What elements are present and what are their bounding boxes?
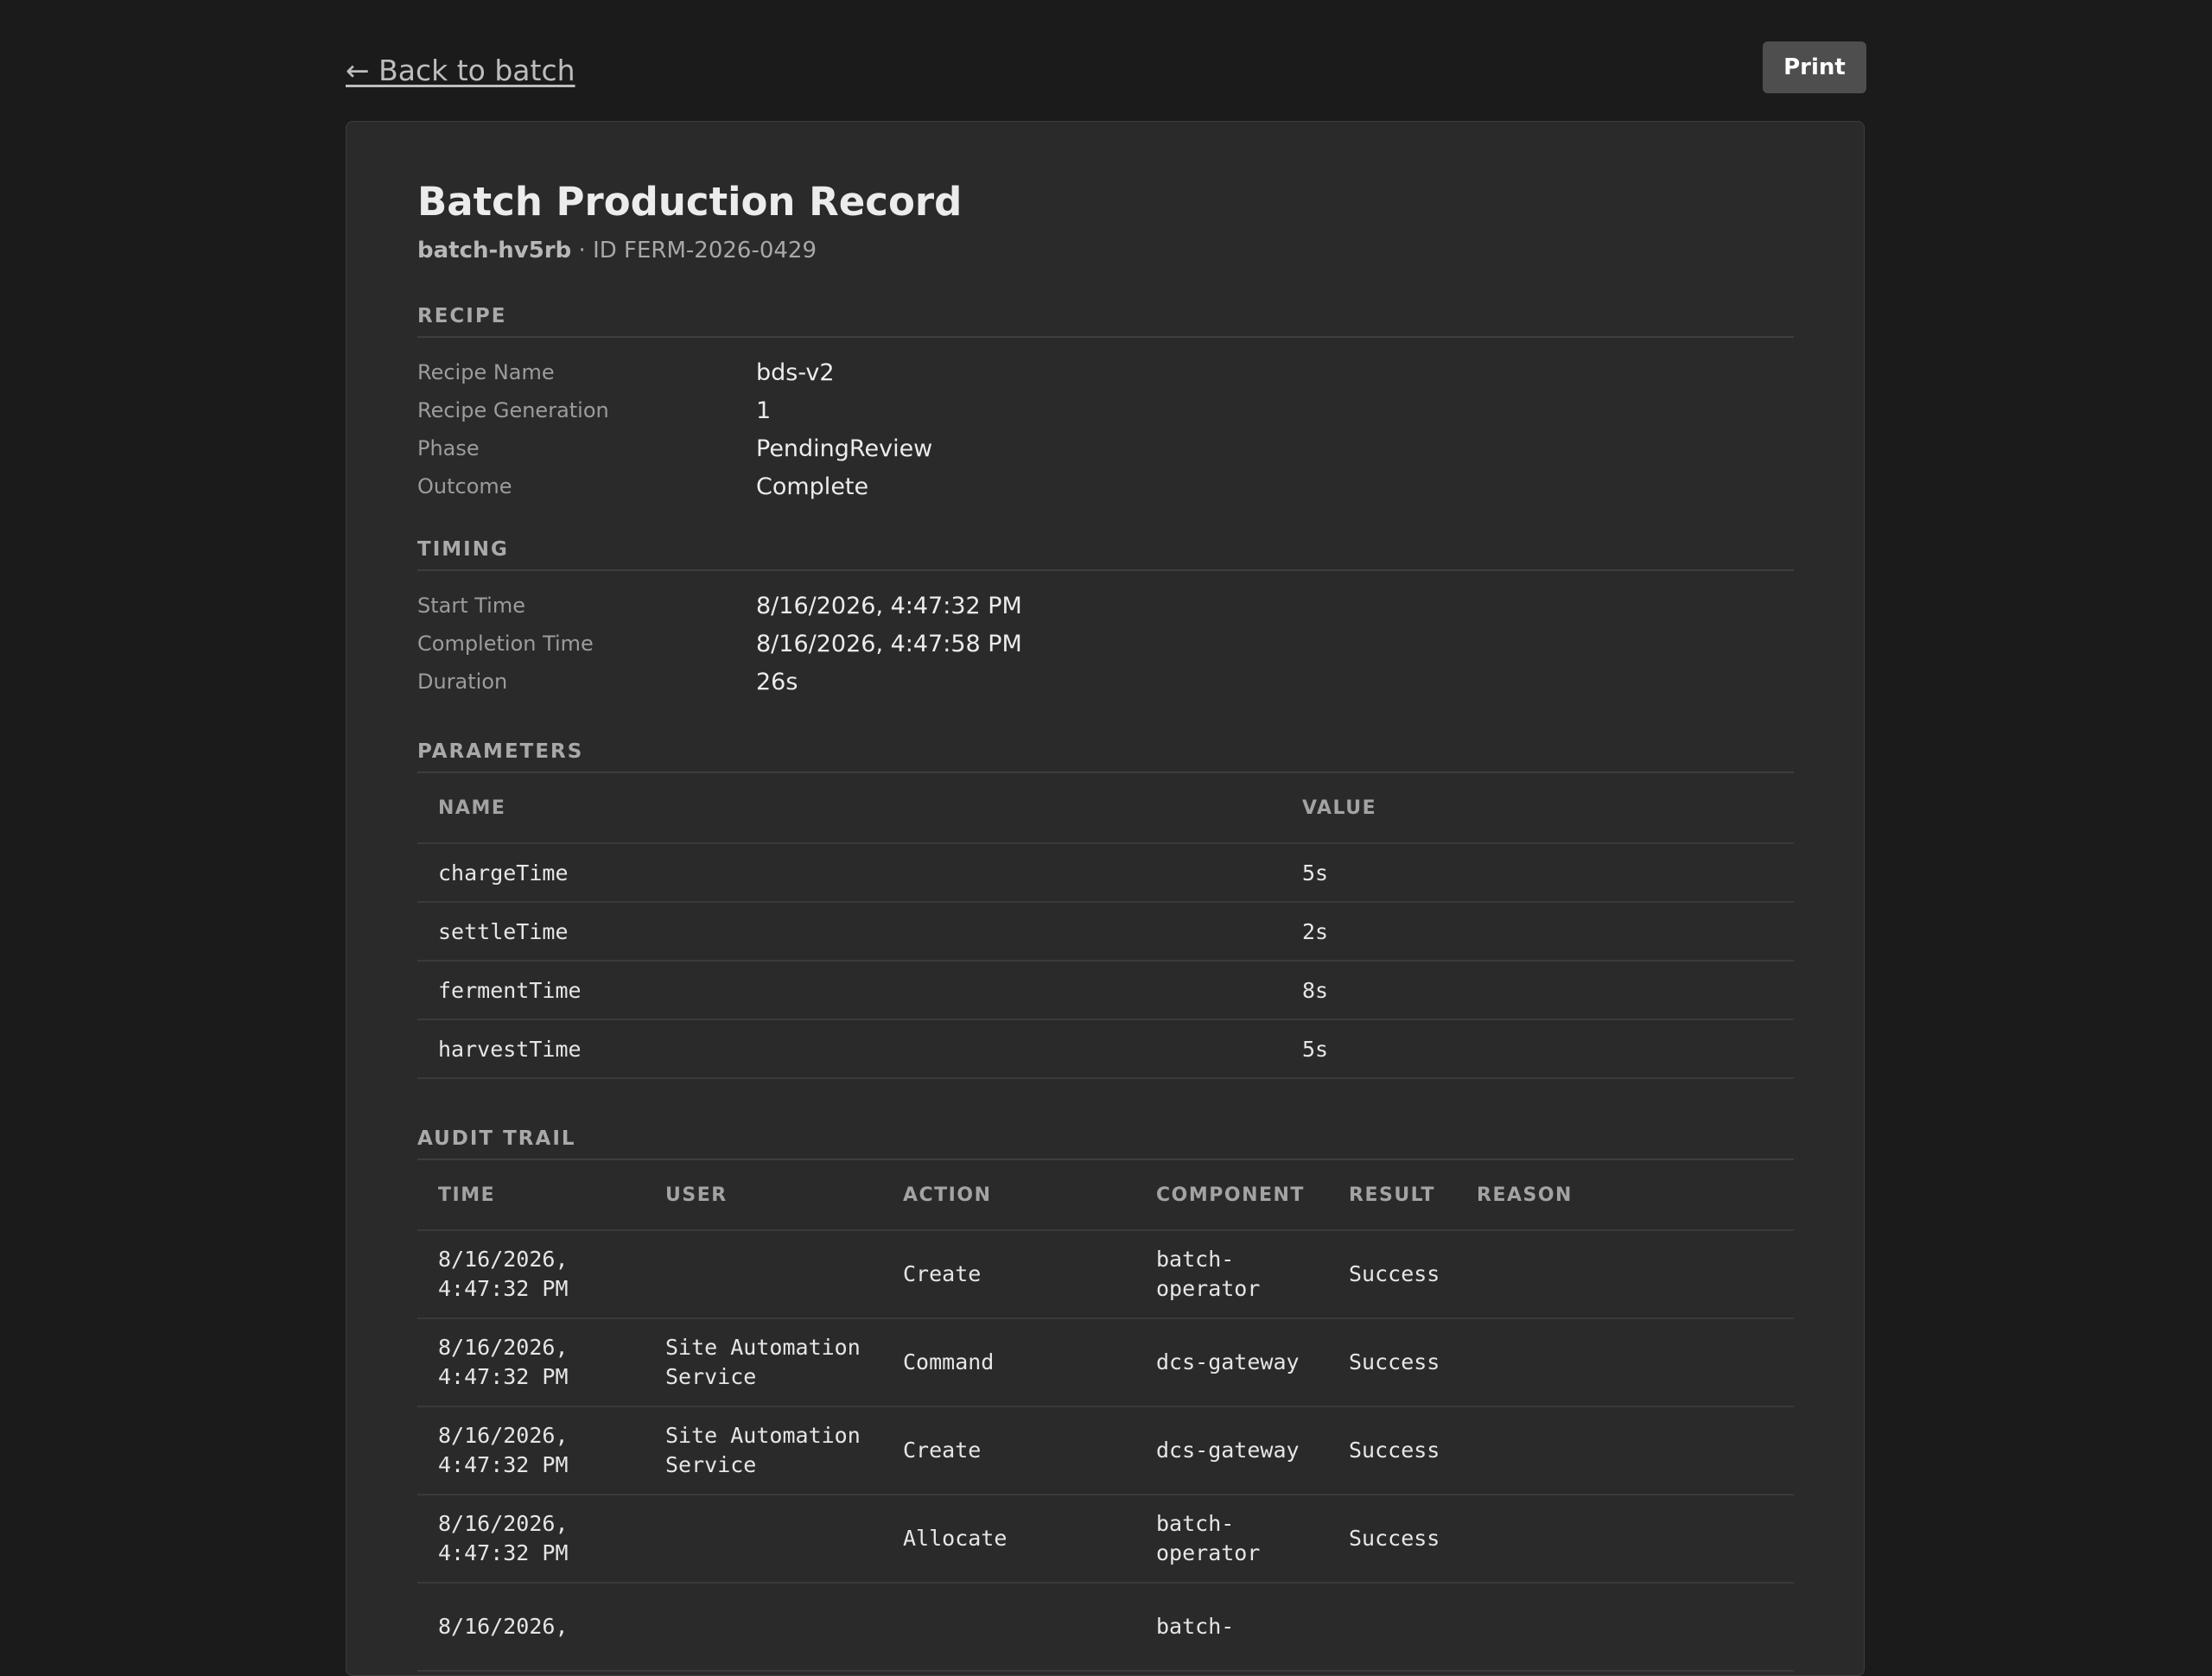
table-row: fermentTime 8s <box>417 961 1794 1020</box>
audit-reason <box>1456 1583 1794 1672</box>
column-header-time: TIME <box>417 1160 645 1231</box>
audit-user <box>645 1495 882 1584</box>
column-header-reason: REASON <box>1456 1160 1794 1231</box>
column-header-action: ACTION <box>882 1160 1135 1231</box>
field-value: 1 <box>756 397 772 424</box>
audit-component: dcs-gateway <box>1135 1318 1328 1407</box>
page-title: Batch Production Record <box>417 179 963 225</box>
audit-action: Create <box>882 1230 1135 1319</box>
parameters-section: PARAMETERS NAME VALUE chargeTime 5s sett… <box>417 740 1794 1079</box>
timing-fields: Start Time 8/16/2026, 4:47:32 PM Complet… <box>417 587 1794 701</box>
batch-id: · ID FERM-2026-0429 <box>571 238 817 263</box>
audit-time: 8/16/2026, 4:47:32 PM <box>417 1406 645 1495</box>
table-row: chargeTime 5s <box>417 843 1794 903</box>
audit-user: Site Automation Service <box>645 1406 882 1495</box>
param-value: 2s <box>1281 902 1794 962</box>
param-value: 5s <box>1281 843 1794 903</box>
audit-section: AUDIT TRAIL TIME USER ACTION COMPONENT R… <box>417 1127 1794 1672</box>
column-header-component: COMPONENT <box>1135 1160 1328 1231</box>
audit-time: 8/16/2026, <box>417 1583 645 1672</box>
field-label: Phase <box>417 436 480 460</box>
record-card: Batch Production Record batch-hv5rb · ID… <box>346 121 1865 1676</box>
audit-result <box>1328 1583 1456 1672</box>
audit-user: Site Automation Service <box>645 1318 882 1407</box>
table-header-row: TIME USER ACTION COMPONENT RESULT REASON <box>417 1160 1794 1231</box>
audit-action <box>882 1583 1135 1672</box>
param-name: harvestTime <box>417 1019 1281 1079</box>
table-header-row: NAME VALUE <box>417 773 1794 844</box>
audit-component: batch-operator <box>1135 1495 1328 1584</box>
param-name: settleTime <box>417 902 1281 962</box>
field-label: Completion Time <box>417 632 594 656</box>
completion-time-row: Completion Time 8/16/2026, 4:47:58 PM <box>417 625 1794 663</box>
column-header-name: NAME <box>417 773 1281 844</box>
audit-user <box>645 1230 882 1319</box>
audit-time: 8/16/2026, 4:47:32 PM <box>417 1318 645 1407</box>
phase-row: Phase PendingReview <box>417 429 1794 467</box>
duration-row: Duration 26s <box>417 663 1794 701</box>
column-header-value: VALUE <box>1281 773 1794 844</box>
field-value: 26s <box>756 668 798 695</box>
audit-reason <box>1456 1495 1794 1584</box>
field-value: 8/16/2026, 4:47:58 PM <box>756 630 1022 657</box>
outcome-row: Outcome Complete <box>417 467 1794 505</box>
audit-time: 8/16/2026, 4:47:32 PM <box>417 1495 645 1584</box>
audit-reason <box>1456 1230 1794 1319</box>
recipe-heading: RECIPE <box>417 305 1794 338</box>
audit-action: Create <box>882 1406 1135 1495</box>
field-value: PendingReview <box>756 435 933 462</box>
print-button[interactable]: Print <box>1763 41 1866 93</box>
field-label: Duration <box>417 670 508 694</box>
audit-component: batch-operator <box>1135 1230 1328 1319</box>
param-value: 5s <box>1281 1019 1794 1079</box>
batch-name: batch-hv5rb <box>417 238 572 263</box>
field-label: Recipe Name <box>417 360 555 384</box>
audit-result: Success <box>1328 1230 1456 1319</box>
field-value: bds-v2 <box>756 359 835 386</box>
field-label: Recipe Generation <box>417 398 609 422</box>
param-value: 8s <box>1281 961 1794 1020</box>
parameters-heading: PARAMETERS <box>417 740 1794 773</box>
column-header-result: RESULT <box>1328 1160 1456 1231</box>
timing-section: TIMING Start Time 8/16/2026, 4:47:32 PM … <box>417 538 1794 701</box>
field-label: Start Time <box>417 594 525 618</box>
start-time-row: Start Time 8/16/2026, 4:47:32 PM <box>417 587 1794 625</box>
recipe-name-row: Recipe Name bds-v2 <box>417 353 1794 391</box>
field-value: Complete <box>756 473 869 500</box>
audit-heading: AUDIT TRAIL <box>417 1127 1794 1160</box>
top-bar: ← Back to batch Print <box>346 41 1866 95</box>
audit-user <box>645 1583 882 1672</box>
record-subtitle: batch-hv5rb · ID FERM-2026-0429 <box>417 238 1794 263</box>
audit-result: Success <box>1328 1406 1456 1495</box>
audit-action: Allocate <box>882 1495 1135 1584</box>
audit-reason <box>1456 1318 1794 1407</box>
table-row: 8/16/2026, 4:47:32 PM Site Automation Serv… <box>417 1318 1794 1407</box>
table-row: settleTime 2s <box>417 902 1794 962</box>
audit-time: 8/16/2026, 4:47:32 PM <box>417 1230 645 1319</box>
recipe-section: RECIPE Recipe Name bds-v2 Recipe Generat… <box>417 305 1794 505</box>
timing-heading: TIMING <box>417 538 1794 571</box>
parameters-table: NAME VALUE chargeTime 5s settleTime 2s f… <box>417 773 1794 1079</box>
table-row: 8/16/2026, batch- <box>417 1583 1794 1672</box>
field-label: Outcome <box>417 474 512 498</box>
recipe-generation-row: Recipe Generation 1 <box>417 391 1794 429</box>
field-value: 8/16/2026, 4:47:32 PM <box>756 592 1022 619</box>
audit-result: Success <box>1328 1318 1456 1407</box>
audit-result: Success <box>1328 1495 1456 1584</box>
audit-table: TIME USER ACTION COMPONENT RESULT REASON… <box>417 1160 1794 1672</box>
audit-component: batch- <box>1135 1583 1328 1672</box>
param-name: chargeTime <box>417 843 1281 903</box>
table-row: harvestTime 5s <box>417 1019 1794 1079</box>
audit-action: Command <box>882 1318 1135 1407</box>
recipe-fields: Recipe Name bds-v2 Recipe Generation 1 P… <box>417 353 1794 505</box>
column-header-user: USER <box>645 1160 882 1231</box>
audit-component: dcs-gateway <box>1135 1406 1328 1495</box>
table-row: 8/16/2026, 4:47:32 PM Allocate batch-oper… <box>417 1495 1794 1584</box>
table-row: 8/16/2026, 4:47:32 PM Create batch-operat… <box>417 1230 1794 1319</box>
table-row: 8/16/2026, 4:47:32 PM Site Automation Serv… <box>417 1406 1794 1495</box>
audit-reason <box>1456 1406 1794 1495</box>
back-to-batch-link[interactable]: ← Back to batch <box>346 54 575 87</box>
param-name: fermentTime <box>417 961 1281 1020</box>
